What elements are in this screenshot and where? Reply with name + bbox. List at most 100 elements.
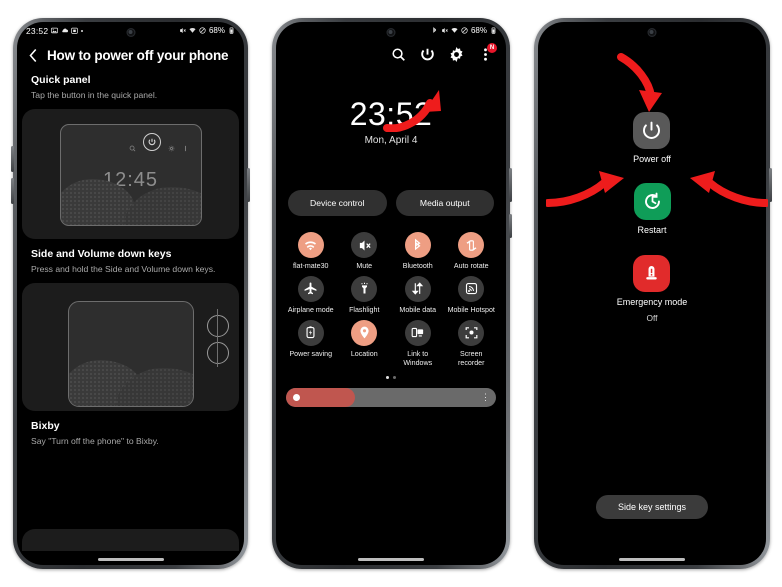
section-heading-bixby: Bixby: [31, 420, 60, 433]
phone-2-frame: 68% N 23:52 Mon, April 4 Device control …: [272, 18, 512, 569]
page-indicator: [276, 376, 506, 380]
volume-key[interactable]: [509, 214, 512, 238]
more-vertical-icon[interactable]: ⋮: [481, 393, 490, 402]
battery-icon: [490, 27, 497, 34]
mute-icon: [179, 27, 186, 34]
mini-toolbar: [61, 125, 201, 152]
mute-icon: [441, 27, 448, 34]
quick-tile-mobile-hotspot[interactable]: Mobile Hotspot: [445, 275, 499, 315]
lock-clock: 23:52: [349, 96, 433, 132]
quick-tile-airplane-mode[interactable]: Airplane mode: [284, 275, 338, 315]
brightness-slider[interactable]: ⋮: [286, 388, 496, 408]
quick-panel-toolbar: N: [276, 39, 506, 62]
battery-icon: [228, 27, 235, 34]
do-not-disturb-icon: [199, 27, 206, 34]
quick-tile-label: Mute: [356, 262, 373, 270]
illustration-side-keys: [22, 283, 239, 412]
power-off-option[interactable]: Power off: [633, 112, 671, 165]
mini-phone-preview: 12:45: [59, 124, 202, 227]
quick-tile-flashlight[interactable]: Flashlight: [338, 275, 392, 315]
quick-tile-label: Mobile data: [399, 305, 437, 314]
power-icon: [633, 112, 671, 149]
section-body-quick-panel: Tap the button in the quick panel.: [31, 90, 158, 100]
restart-icon: [633, 183, 671, 221]
mute-icon: [351, 232, 378, 258]
nav-gesture-bar[interactable]: [276, 558, 506, 561]
notification-badge: N: [487, 43, 497, 53]
quick-tile-location[interactable]: Location: [338, 319, 392, 368]
front-camera-icon: [647, 28, 657, 37]
airplane-icon: [297, 275, 324, 302]
status-right: 68%: [431, 26, 497, 35]
side-key[interactable]: [247, 168, 250, 202]
front-camera-icon: [386, 28, 396, 37]
more-options-icon[interactable]: N: [478, 43, 497, 62]
device-control-button[interactable]: Device control: [288, 190, 387, 216]
power-icon[interactable]: [420, 47, 435, 62]
battery-percent: 68%: [208, 26, 225, 35]
restart-label: Restart: [637, 225, 667, 236]
cloud-icon: [61, 27, 69, 34]
front-camera-icon: [126, 28, 135, 37]
link-to-windows-icon: [404, 319, 431, 346]
bluetooth-icon: [404, 232, 431, 258]
section-body-bixby: Say "Turn off the phone" to Bixby.: [31, 436, 159, 447]
wifi-icon: [189, 27, 196, 34]
section-heading-side-volume: Side and Volume down keys: [31, 248, 172, 261]
wifi-icon: [451, 27, 458, 34]
search-icon: [129, 139, 136, 152]
hotspot-icon: [458, 275, 485, 302]
quick-tile-label: Airplane mode: [287, 305, 334, 314]
volume-down-key[interactable]: [11, 178, 14, 204]
quick-tile-label: Flashlight: [349, 305, 380, 314]
phone-1-frame: 23:52 68% How to power off your phone Qu…: [11, 18, 250, 569]
restart-option[interactable]: Restart: [633, 183, 671, 236]
do-not-disturb-icon: [461, 27, 468, 34]
emergency-icon: [633, 254, 671, 292]
settings-gear-icon[interactable]: [449, 47, 464, 62]
emergency-mode-label: Emergency mode: [616, 296, 688, 307]
quick-tile-mobile-data[interactable]: Mobile data: [391, 275, 445, 315]
quick-tile-label: flat-mate30: [293, 262, 329, 270]
quick-tile-label: Screen recorder: [458, 349, 485, 367]
back-chevron-icon[interactable]: [29, 48, 38, 63]
mini-phone-preview: [67, 301, 194, 408]
quick-tile-link-to-windows[interactable]: Link to Windows: [391, 319, 445, 368]
image-icon: [51, 27, 59, 34]
quick-tile-mute[interactable]: Mute: [338, 232, 392, 271]
control-buttons-row: Device control Media output: [276, 190, 506, 216]
emergency-mode-option[interactable]: Emergency mode Off: [616, 254, 688, 323]
side-key[interactable]: [509, 168, 512, 202]
bluetooth-icon: [431, 27, 438, 34]
side-key-settings-button[interactable]: Side key settings: [595, 495, 709, 519]
status-time: 23:52: [26, 25, 49, 36]
battery-percent: 68%: [470, 26, 487, 35]
quick-tile-bluetooth[interactable]: Bluetooth: [391, 232, 445, 271]
nav-gesture-bar[interactable]: [17, 558, 244, 561]
flashlight-icon: [351, 275, 378, 302]
screenshot-root: 23:52 68% How to power off your phone Qu…: [0, 0, 782, 587]
quick-tile-wifi[interactable]: flat-mate30: [284, 232, 338, 271]
key-callout: [207, 309, 229, 368]
quick-tile-screen-recorder[interactable]: Screen recorder: [445, 319, 499, 368]
illustration-quick-panel: 12:45: [22, 109, 239, 240]
section-heading-quick-panel: Quick panel: [31, 74, 91, 86]
phone-1-header: How to power off your phone: [17, 39, 244, 65]
quick-tile-auto-rotate[interactable]: Auto rotate: [445, 232, 499, 271]
search-icon[interactable]: [391, 47, 406, 62]
media-output-button[interactable]: Media output: [395, 190, 494, 216]
quick-tile-label: Mobile Hotspot: [447, 305, 495, 314]
quick-tile-label: Auto rotate: [453, 262, 489, 270]
quick-tile-label: Power saving: [289, 349, 333, 358]
power-off-label: Power off: [633, 154, 671, 164]
side-key[interactable]: [769, 168, 772, 202]
status-right: 68%: [179, 26, 235, 35]
nav-gesture-bar[interactable]: [538, 558, 766, 561]
more-options-icon: [182, 139, 189, 151]
power-icon: [142, 133, 161, 152]
volume-up-key[interactable]: [11, 146, 14, 172]
quick-tile-label: Link to Windows: [403, 349, 433, 367]
quick-tile-power-saving[interactable]: Power saving: [284, 319, 338, 368]
phone-3-screen: Power off Restart Emergency mode Off Sid…: [538, 22, 766, 565]
quick-tile-label: Bluetooth: [402, 262, 433, 270]
